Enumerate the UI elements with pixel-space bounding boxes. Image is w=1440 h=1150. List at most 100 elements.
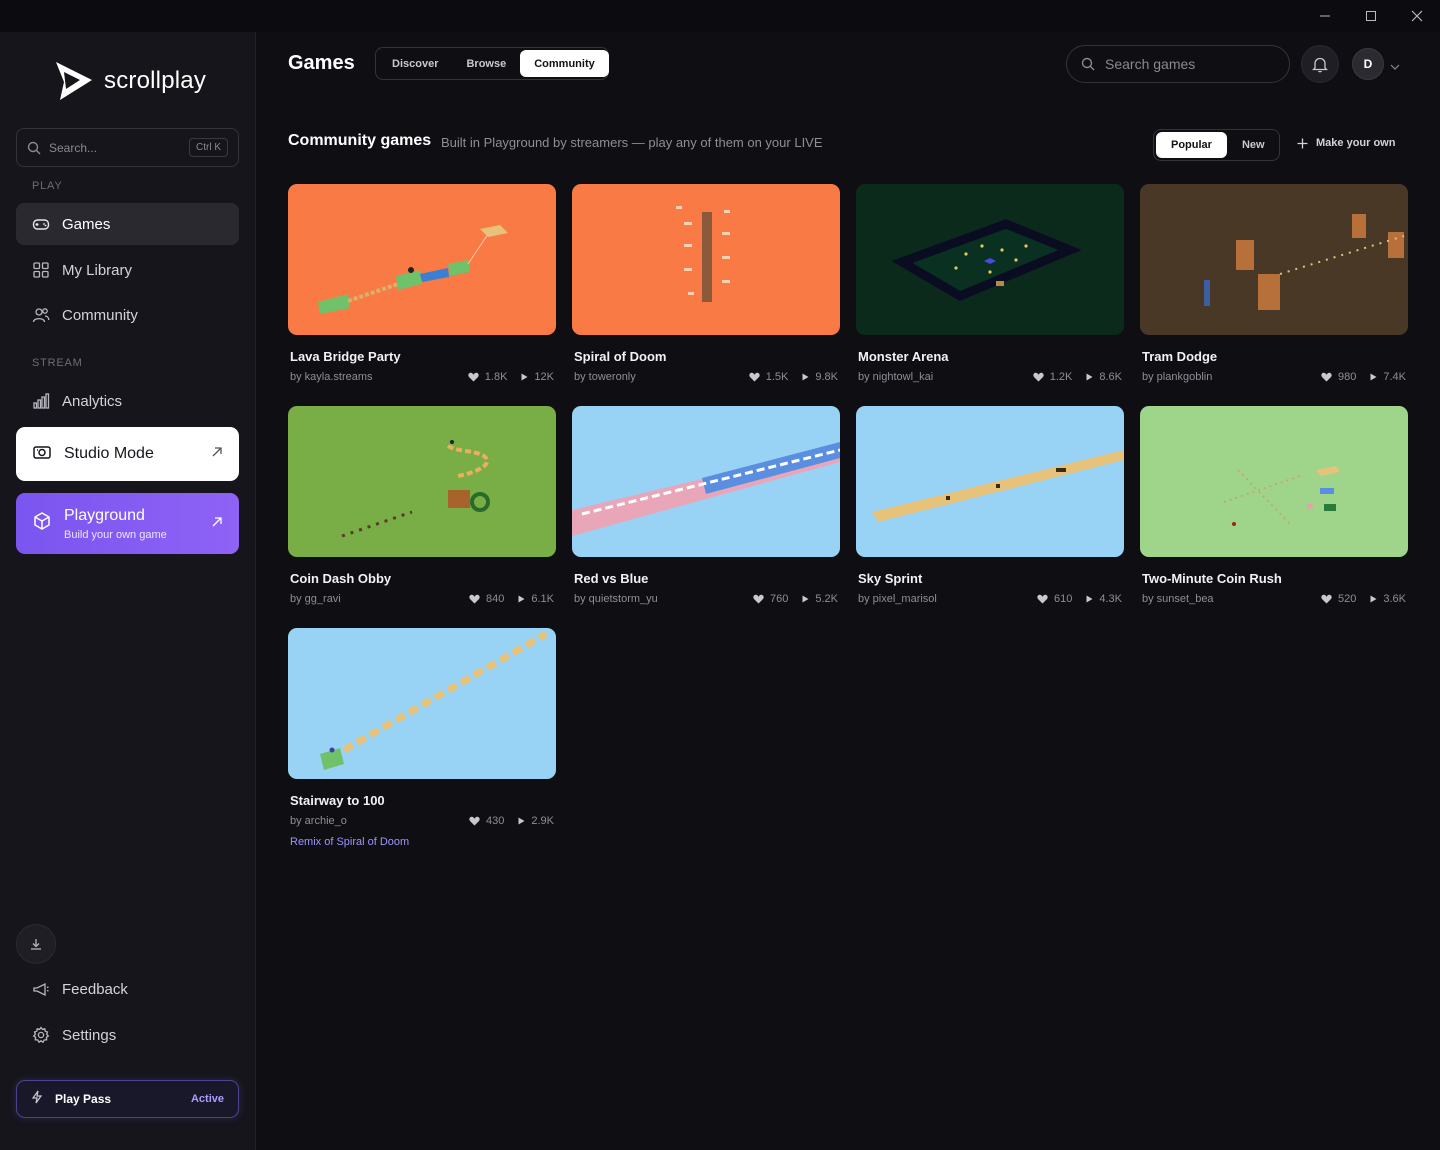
game-author[interactable]: by nightowl_kai [858,371,1019,383]
make-your-own-button[interactable]: Make your own [1297,137,1395,149]
game-card[interactable]: Spiral of Doom by toweronly 1.5K 9.8K [572,184,840,383]
grid-icon [32,261,50,279]
game-search [1066,45,1290,83]
plus-icon [1297,138,1308,148]
sort-popular[interactable]: Popular [1156,132,1227,158]
game-plays: 8.6K [1099,371,1122,383]
remix-link[interactable]: Remix of Spiral of Doom [288,836,556,848]
section-subtitle: Built in Playground by streamers — play … [441,135,823,150]
maximize-icon[interactable] [1348,0,1394,32]
heart-icon [468,372,479,382]
game-thumbnail[interactable] [572,406,840,557]
game-author[interactable]: by gg_ravi [290,593,455,605]
tab-browse[interactable]: Browse [452,50,520,77]
game-card[interactable]: Two-Minute Coin Rush by sunset_bea 520 3… [1140,406,1408,605]
game-thumbnail[interactable] [856,184,1124,335]
studio-mode-button[interactable]: Studio Mode [16,427,239,481]
game-title[interactable]: Lava Bridge Party [288,349,556,364]
chevron-down-icon[interactable] [1390,58,1400,76]
sidebar-item-games[interactable]: Games [16,203,239,245]
game-thumbnail[interactable] [572,184,840,335]
game-author[interactable]: by archie_o [290,815,455,827]
sidebar: scrollplay Search... Ctrl K PLAY Games M… [0,32,256,1150]
play-icon [802,595,809,603]
game-card[interactable]: Monster Arena by nightowl_kai 1.2K 8.6K [856,184,1124,383]
game-title[interactable]: Tram Dodge [1140,349,1408,364]
game-plays: 5.2K [815,593,838,605]
sidebar-item-label: Analytics [62,392,123,410]
game-thumbnail[interactable] [288,628,556,779]
title-bar [0,0,1440,32]
sidebar-search[interactable]: Search... Ctrl K [16,128,239,167]
game-thumbnail[interactable] [288,406,556,557]
game-plays: 3.6K [1383,593,1406,605]
sidebar-item-community[interactable]: Community [16,294,239,336]
game-title[interactable]: Coin Dash Obby [288,571,556,586]
close-icon[interactable] [1394,0,1440,32]
game-author[interactable]: by kayla.streams [290,371,454,383]
play-pass-card[interactable]: Play Pass Active [16,1080,239,1118]
game-card[interactable]: Sky Sprint by pixel_marisol 610 4.3K [856,406,1124,605]
game-title[interactable]: Spiral of Doom [572,349,840,364]
game-title[interactable]: Stairway to 100 [288,793,556,808]
external-arrow-icon [211,445,223,463]
play-icon [802,373,809,381]
sidebar-item-settings[interactable]: Settings [16,1014,239,1056]
sidebar-item-feedback[interactable]: Feedback [16,968,239,1010]
tab-community[interactable]: Community [520,50,609,77]
game-card[interactable]: Lava Bridge Party by kayla.streams 1.8K … [288,184,556,383]
bolt-icon [31,1090,43,1109]
game-title[interactable]: Monster Arena [856,349,1124,364]
playground-button[interactable]: Playground Build your own game [16,493,239,554]
scrollplay-logo-icon [56,62,92,100]
stream-section-label: STREAM [32,357,83,369]
sidebar-item-label: Feedback [62,980,128,998]
search-games-input[interactable] [1105,56,1265,72]
game-author[interactable]: by quietstorm_yu [574,593,739,605]
play-icon [1086,373,1093,381]
game-card[interactable]: Coin Dash Obby by gg_ravi 840 6.1K [288,406,556,605]
view-tabs: Discover Browse Community [375,47,609,80]
sidebar-item-my-library[interactable]: My Library [16,249,239,291]
playground-subtitle: Build your own game [64,528,167,541]
game-card[interactable]: Red vs Blue by quietstorm_yu 760 5.2K [572,406,840,605]
sort-new[interactable]: New [1227,132,1280,158]
users-icon [32,306,50,324]
gear-icon [32,1026,50,1044]
game-card[interactable]: Tram Dodge by plankgoblin 980 7.4K [1140,184,1408,383]
minimize-icon[interactable] [1302,0,1348,32]
sort-toggle: Popular New [1153,129,1280,161]
play-icon [518,817,525,825]
game-thumbnail[interactable] [1140,406,1408,557]
game-author[interactable]: by toweronly [574,371,735,383]
game-title[interactable]: Two-Minute Coin Rush [1140,571,1408,586]
studio-mode-label: Studio Mode [64,445,154,462]
tab-discover[interactable]: Discover [378,50,452,77]
brand[interactable]: scrollplay [50,58,206,104]
sidebar-item-analytics[interactable]: Analytics [16,380,239,422]
game-author[interactable]: by pixel_marisol [858,593,1023,605]
game-thumbnail[interactable] [856,406,1124,557]
game-author[interactable]: by plankgoblin [1142,371,1307,383]
play-pass-label: Play Pass [55,1092,112,1106]
heart-icon [749,372,760,382]
heart-icon [1321,372,1332,382]
game-card[interactable]: Stairway to 100 by archie_o 430 2.9K Rem… [288,628,556,848]
camera-icon [32,443,52,466]
cube-icon [32,511,52,536]
section-title: Community games [288,132,432,149]
game-likes: 520 [1338,593,1357,605]
download-button[interactable] [16,924,56,964]
game-likes: 1.5K [765,371,789,383]
play-icon [521,373,528,381]
game-thumbnail[interactable] [288,184,556,335]
make-your-own-label: Make your own [1316,137,1396,149]
game-thumbnail[interactable] [1140,184,1408,335]
game-title[interactable]: Red vs Blue [572,571,840,586]
search-icon [27,141,41,154]
notifications-button[interactable] [1301,45,1339,83]
avatar[interactable]: D [1352,48,1384,80]
game-author[interactable]: by sunset_bea [1142,593,1307,605]
game-title[interactable]: Sky Sprint [856,571,1124,586]
play-icon [1370,595,1377,603]
